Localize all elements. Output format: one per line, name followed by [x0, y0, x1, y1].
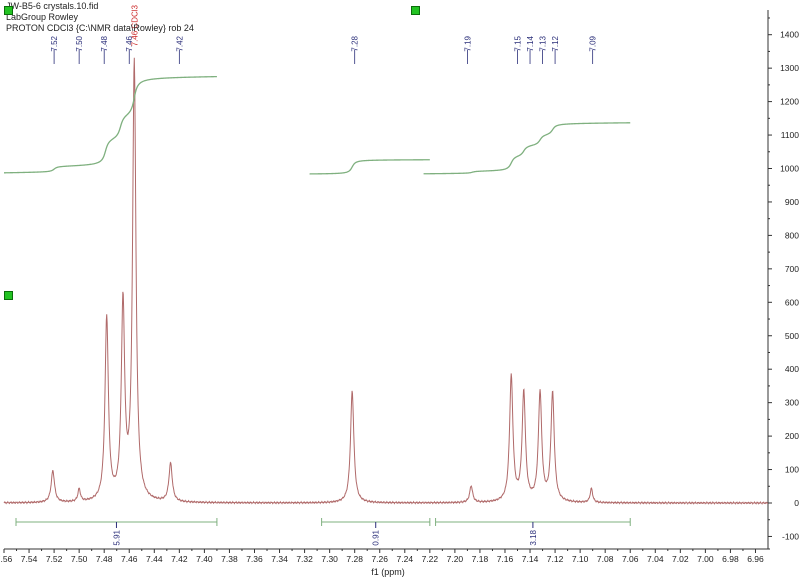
x-tick-label: 7.46	[121, 554, 138, 564]
spectrum-trace	[4, 58, 768, 504]
nmr-viewer: 7.56 7.54 7.52 7.50 7.48 7.46 7.44 7.42 7.40 7.38…	[0, 0, 800, 579]
x-tick-label: 7.20	[447, 554, 464, 564]
integral-curve	[310, 160, 430, 174]
x-tick-label: 7.40	[196, 554, 213, 564]
y-tick-label: 1000	[780, 164, 799, 174]
x-tick-label: 7.00	[697, 554, 714, 564]
integral-curve	[4, 77, 217, 173]
x-tick-label: 7.14	[522, 554, 539, 564]
resize-handle-middle-left[interactable]	[4, 291, 13, 300]
peak-label: 7.28	[351, 35, 360, 51]
y-tick-label: 1300	[780, 63, 799, 73]
y-tick-label: 800	[785, 230, 799, 240]
x-tick-label: 7.22	[422, 554, 439, 564]
y-tick-label: 1100	[781, 130, 800, 140]
peak-label: 7.12	[551, 35, 560, 51]
peak-label: 7.15	[514, 35, 523, 51]
integral-curve	[424, 123, 631, 174]
y-tick-label: 1200	[780, 97, 799, 107]
x-tick-label: 7.26	[371, 554, 388, 564]
header-filename: JW-B5-6 crystals.10.fid	[6, 1, 98, 11]
y-tick-label: 900	[785, 197, 799, 207]
x-tick-label: 7.16	[497, 554, 514, 564]
y-tick-label: 400	[785, 364, 799, 374]
x-tick-label: 7.52	[46, 554, 63, 564]
header-experiment: PROTON CDCl3 {C:\NMR data\Rowley} rob 24	[6, 23, 194, 33]
peak-label: 7.14	[526, 35, 535, 51]
y-tick-label: 600	[785, 297, 799, 307]
x-tick-label: 7.10	[572, 554, 589, 564]
y-tick-label: 200	[785, 431, 799, 441]
resize-handle-top-left[interactable]	[4, 6, 13, 15]
integral-value: 5.91	[112, 529, 121, 545]
x-tick-label: 7.08	[597, 554, 614, 564]
header-group: LabGroup Rowley	[6, 12, 78, 22]
x-tick-label: 6.96	[747, 554, 764, 564]
integral-value: 0.91	[372, 529, 381, 545]
nmr-spectrum-chart: 7.56 7.54 7.52 7.50 7.48 7.46 7.44 7.42 7.40 7.38…	[0, 0, 800, 579]
x-tick-label: 6.98	[722, 554, 739, 564]
x-tick-label: 7.38	[221, 554, 238, 564]
resize-handle-top-center[interactable]	[411, 6, 420, 15]
x-tick-label: 7.32	[296, 554, 313, 564]
x-tick-label: 7.12	[547, 554, 564, 564]
x-tick-label: 7.48	[96, 554, 113, 564]
x-tick-label: 7.18	[472, 554, 489, 564]
x-tick-label: 7.28	[346, 554, 363, 564]
x-tick-label: 7.54	[21, 554, 38, 564]
x-axis-label: f1 (ppm)	[371, 567, 405, 577]
peak-label: 7.52	[50, 35, 59, 51]
y-tick-label: 0	[794, 498, 799, 508]
y-tick-label: 500	[785, 331, 799, 341]
x-tick-label: 7.02	[672, 554, 689, 564]
integral-value: 3.18	[529, 529, 538, 545]
x-tick-label: 7.36	[246, 554, 263, 564]
y-tick-label: 700	[785, 264, 799, 274]
x-tick-label: 7.34	[271, 554, 288, 564]
x-tick-label: 7.50	[71, 554, 88, 564]
x-tick-label: 7.06	[622, 554, 639, 564]
peak-label: 7.19	[463, 35, 472, 51]
peak-label: 7.42	[175, 35, 184, 51]
x-tick-label: 7.42	[171, 554, 188, 564]
y-tick-label: 100	[785, 465, 799, 475]
peak-label: 7.09	[589, 35, 598, 51]
y-tick-label: 1400	[780, 30, 799, 40]
peak-label: 7.13	[539, 35, 548, 51]
x-tick-label: 7.04	[647, 554, 664, 564]
peak-label: 7.50	[75, 35, 84, 51]
y-tick-label: -100	[782, 531, 799, 541]
x-tick-label: 7.30	[321, 554, 338, 564]
y-tick-label: 300	[785, 398, 799, 408]
x-tick-label: 7.44	[146, 554, 163, 564]
peak-label: 7.48	[100, 35, 109, 51]
x-tick-label: 7.56	[0, 554, 13, 564]
x-tick-label: 7.24	[397, 554, 414, 564]
